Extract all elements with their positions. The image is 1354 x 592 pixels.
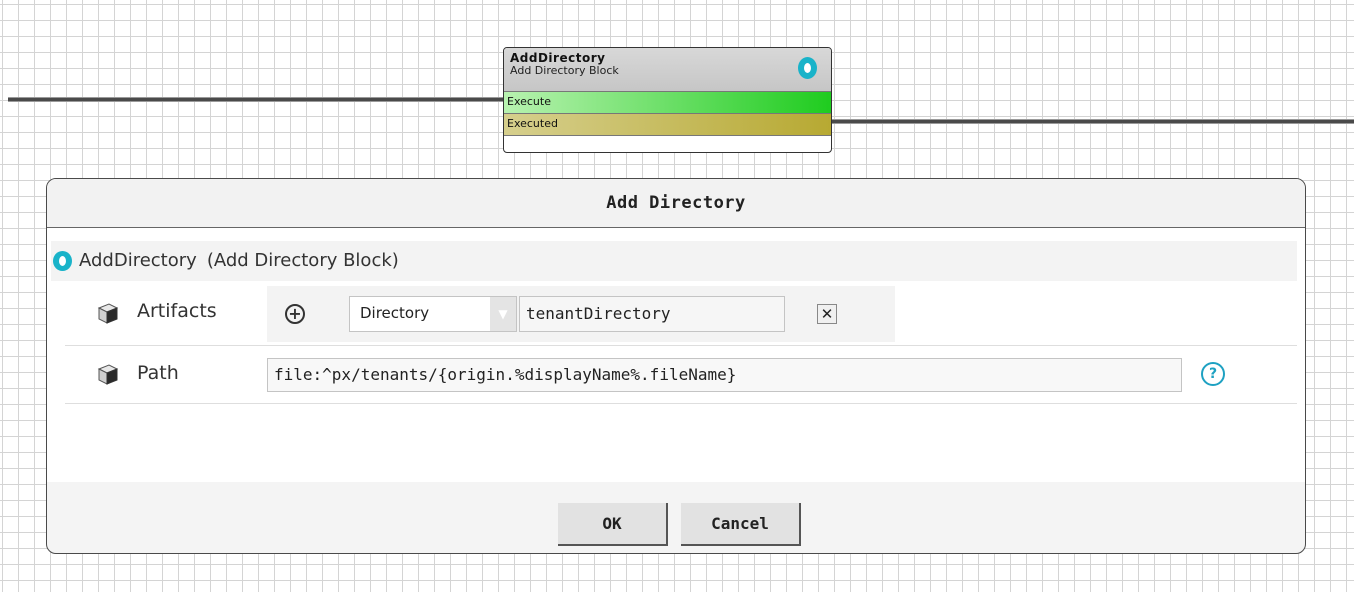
add-directory-block-node[interactable]: AddDirectory Add Directory Block Execute…	[503, 47, 832, 153]
chevron-down-icon[interactable]: ▼	[490, 297, 516, 331]
artifact-entry: + Directory ▼ tenantDirectory ✕	[267, 286, 895, 342]
properties-dialog: Add Directory AddDirectory (Add Directory…	[46, 178, 1306, 554]
path-input[interactable]: file:^px/tenants/{origin.%displayName%.f…	[267, 358, 1182, 392]
dialog-content: AddDirectory (Add Directory Block) Artifa…	[47, 228, 1305, 482]
help-icon[interactable]: ?	[1201, 362, 1225, 386]
block-subtitle: Add Directory Block	[510, 64, 619, 77]
dialog-title: Add Directory	[47, 179, 1305, 228]
execute-input-port[interactable]: Execute	[504, 92, 831, 114]
block-header[interactable]: AddDirectory Add Directory Block	[504, 48, 831, 92]
output-connection-wire[interactable]	[832, 120, 1354, 123]
block-info-header: AddDirectory (Add Directory Block)	[51, 241, 1297, 281]
cancel-button[interactable]: Cancel	[681, 503, 801, 546]
ok-button[interactable]: OK	[558, 503, 668, 546]
block-name: AddDirectory	[79, 250, 197, 271]
artifact-name-input[interactable]: tenantDirectory	[519, 296, 785, 332]
block-type-icon	[53, 251, 72, 271]
dialog-footer: OK Cancel	[47, 482, 1305, 553]
executed-output-port[interactable]: Executed	[504, 114, 831, 136]
path-row: Path file:^px/tenants/{origin.%displayNa…	[65, 345, 1297, 404]
add-artifact-button[interactable]: +	[285, 304, 305, 324]
artifact-type-select[interactable]: Directory ▼	[349, 296, 517, 332]
artifacts-label: Artifacts	[137, 300, 217, 322]
artifacts-row: Artifacts + Directory ▼ tenantDirectory …	[65, 281, 1297, 346]
cube-icon	[97, 303, 119, 324]
remove-artifact-button[interactable]: ✕	[817, 304, 837, 324]
input-connection-wire[interactable]	[8, 98, 504, 101]
artifact-type-value: Directory	[360, 304, 430, 322]
path-label: Path	[137, 362, 179, 384]
block-type-icon	[798, 57, 817, 79]
block-type-label: (Add Directory Block)	[206, 250, 399, 271]
cube-icon	[97, 364, 119, 385]
